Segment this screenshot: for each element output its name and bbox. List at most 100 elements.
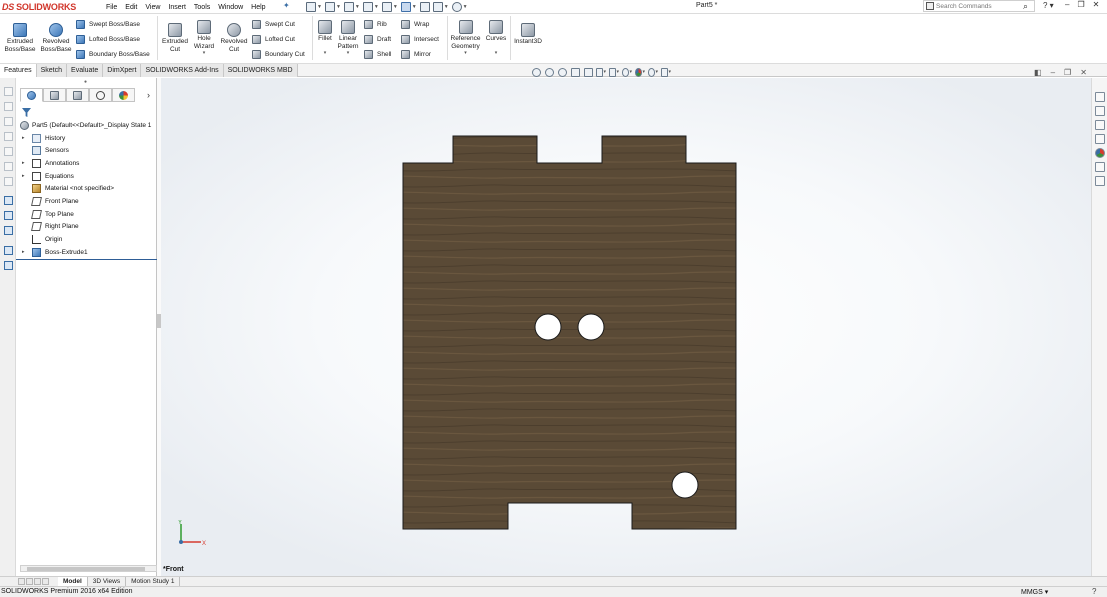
- strip-tool-icon[interactable]: [4, 177, 13, 186]
- select-button[interactable]: ▼: [400, 2, 417, 13]
- print-button[interactable]: ▼: [362, 2, 379, 13]
- reference-geometry-button[interactable]: Reference Geometry ▾: [450, 20, 481, 58]
- tab-feature-tree[interactable]: [20, 88, 43, 102]
- tab-dimxpert-manager[interactable]: [89, 88, 112, 102]
- edit-appearance-button[interactable]: ▾: [635, 67, 645, 77]
- menu-view[interactable]: View: [141, 4, 164, 11]
- file-explorer-icon[interactable]: [1095, 120, 1105, 130]
- new-document-button[interactable]: ▼: [306, 2, 322, 13]
- last-tab-icon[interactable]: [42, 578, 49, 585]
- chevron-down-icon[interactable]: ▼: [444, 4, 449, 10]
- appearances-scenes-icon[interactable]: [1095, 148, 1105, 158]
- hide-show-items-button[interactable]: ▾: [622, 67, 632, 77]
- restore-icon[interactable]: ❐: [1077, 0, 1084, 9]
- prev-tab-icon[interactable]: [26, 578, 33, 585]
- viewport-split-icon[interactable]: ◧: [1034, 68, 1042, 77]
- hole-bottom[interactable]: [671, 471, 699, 499]
- tree-node[interactable]: Front Plane: [16, 195, 157, 208]
- tree-node[interactable]: ▸ Equations: [16, 170, 157, 183]
- view-orientation-button[interactable]: ▾: [596, 67, 606, 77]
- lofted-boss-button[interactable]: Lofted Boss/Base: [76, 35, 140, 44]
- fillet-button[interactable]: Fillet ▾: [315, 20, 335, 57]
- hole-wizard-button[interactable]: Hole Wizard ▾: [192, 20, 216, 58]
- hole-left[interactable]: [534, 313, 562, 341]
- zoom-to-fit-button[interactable]: [531, 67, 541, 77]
- tree-node[interactable]: Sensors: [16, 144, 157, 157]
- first-tab-icon[interactable]: [18, 578, 25, 585]
- tree-node[interactable]: Material <not specified>: [16, 182, 157, 195]
- curves-button[interactable]: Curves ▾: [484, 20, 508, 57]
- section-view-button[interactable]: [570, 67, 580, 77]
- tree-node[interactable]: Origin: [16, 233, 157, 246]
- strip-tool-icon[interactable]: [4, 87, 13, 96]
- menu-edit[interactable]: Edit: [121, 4, 141, 11]
- tree-node[interactable]: ▸ Annotations: [16, 157, 157, 170]
- filter-icon[interactable]: [22, 108, 31, 117]
- tab-motion-study[interactable]: Motion Study 1: [126, 576, 181, 587]
- shell-button[interactable]: Shell: [364, 50, 391, 59]
- chevron-down-icon[interactable]: ▾: [347, 50, 350, 58]
- design-library-icon[interactable]: [1095, 106, 1105, 116]
- rib-button[interactable]: Rib: [364, 20, 387, 29]
- strip-tool-icon[interactable]: [4, 117, 13, 126]
- undo-button[interactable]: ▼: [381, 2, 398, 13]
- menu-tools[interactable]: Tools: [190, 4, 214, 11]
- tab-display-manager[interactable]: [112, 88, 135, 102]
- draft-button[interactable]: Draft: [364, 35, 391, 44]
- close-icon[interactable]: ✕: [1093, 0, 1100, 9]
- chevron-down-icon[interactable]: ▾: [629, 69, 632, 75]
- expand-arrow-icon[interactable]: ▸: [22, 173, 28, 179]
- help-icon[interactable]: ?: [1092, 587, 1096, 596]
- save-button[interactable]: ▼: [343, 2, 360, 13]
- reference-triad[interactable]: Y X: [175, 520, 211, 548]
- tree-node[interactable]: Top Plane: [16, 208, 157, 221]
- chevron-down-icon[interactable]: ▾: [655, 69, 658, 75]
- chevron-down-icon[interactable]: ▼: [374, 4, 379, 10]
- tab-addins[interactable]: SOLIDWORKS Add-Ins: [141, 64, 224, 77]
- open-button[interactable]: ▼: [324, 2, 341, 13]
- tab-configuration-manager[interactable]: [66, 88, 89, 102]
- chevron-down-icon[interactable]: ▾: [324, 50, 327, 58]
- chevron-down-icon[interactable]: ▾: [495, 50, 498, 58]
- zoom-to-area-button[interactable]: [544, 67, 554, 77]
- view-settings-button[interactable]: ▾: [661, 67, 671, 77]
- strip-tool-icon[interactable]: [4, 261, 13, 270]
- chevron-down-icon[interactable]: ▼: [463, 4, 468, 10]
- chevron-down-icon[interactable]: ▾: [203, 50, 206, 58]
- apply-scene-button[interactable]: ▾: [648, 67, 658, 77]
- chevron-down-icon[interactable]: ▼: [393, 4, 398, 10]
- horizontal-scrollbar[interactable]: [20, 565, 157, 572]
- options-button[interactable]: ▼: [451, 2, 468, 13]
- display-style-button[interactable]: ▾: [609, 67, 619, 77]
- scrollbar-thumb[interactable]: [27, 567, 145, 571]
- viewport-restore-icon[interactable]: ❐: [1064, 68, 1071, 77]
- menu-file[interactable]: File: [102, 4, 121, 11]
- tab-dimxpert[interactable]: DimXpert: [103, 64, 142, 77]
- menu-insert[interactable]: Insert: [164, 4, 190, 11]
- extruded-cut-button[interactable]: Extruded Cut: [160, 23, 190, 53]
- pin-menu-icon[interactable]: ✦: [283, 1, 290, 10]
- strip-tool-icon[interactable]: [4, 196, 13, 205]
- expand-arrow-icon[interactable]: ▸: [22, 160, 28, 166]
- tree-node[interactable]: ▸ History: [16, 132, 157, 145]
- minimize-icon[interactable]: –: [1065, 0, 1069, 9]
- intersect-button[interactable]: Intersect: [401, 35, 439, 44]
- forum-icon[interactable]: [1095, 176, 1105, 186]
- boundary-cut-button[interactable]: Boundary Cut: [252, 50, 305, 59]
- chevron-down-icon[interactable]: ▼: [336, 4, 341, 10]
- lofted-cut-button[interactable]: Lofted Cut: [252, 35, 295, 44]
- mirror-button[interactable]: Mirror: [401, 50, 431, 59]
- part-model[interactable]: [161, 78, 1091, 576]
- wrap-button[interactable]: Wrap: [401, 20, 429, 29]
- hole-right[interactable]: [577, 313, 605, 341]
- instant3d-button[interactable]: Instant3D: [512, 23, 544, 46]
- strip-tool-icon[interactable]: [4, 246, 13, 255]
- chevron-down-icon[interactable]: ▾: [668, 69, 671, 75]
- chevron-right-icon[interactable]: ›: [147, 90, 150, 100]
- custom-properties-icon[interactable]: [1095, 162, 1105, 172]
- tab-evaluate[interactable]: Evaluate: [67, 64, 104, 77]
- viewport-close-icon[interactable]: ✕: [1080, 68, 1087, 77]
- search-input[interactable]: Search Commands: [936, 3, 992, 10]
- menu-help[interactable]: Help: [247, 4, 269, 11]
- strip-tool-icon[interactable]: [4, 211, 13, 220]
